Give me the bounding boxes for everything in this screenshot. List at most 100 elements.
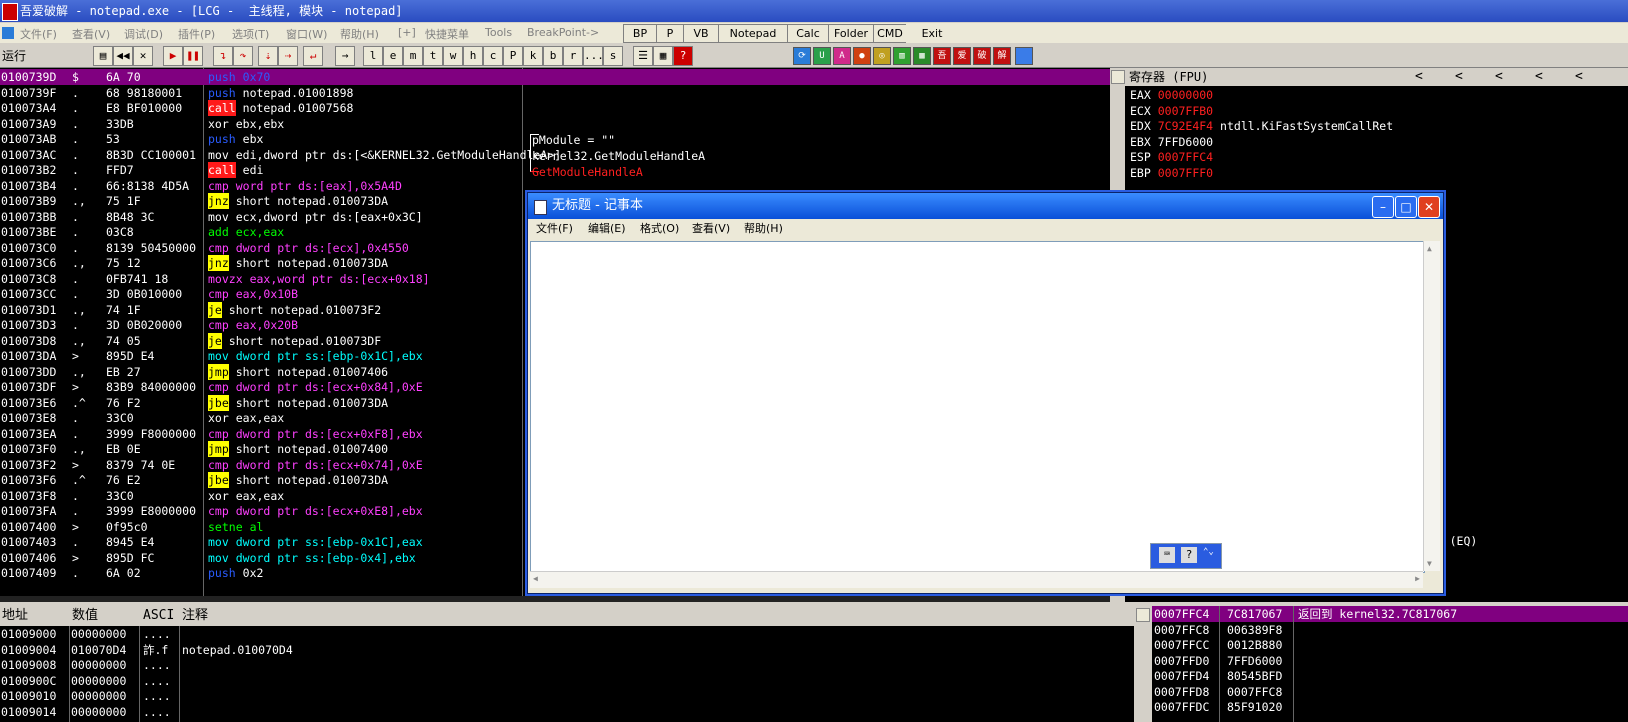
stack-row[interactable]: 0007FFCC 0012B880: [1152, 637, 1628, 653]
chevron-left-icon[interactable]: <: [1415, 68, 1423, 86]
p-button[interactable]: P: [656, 24, 684, 43]
run-trace-button[interactable]: ...: [583, 46, 604, 66]
register-row[interactable]: ESP 0007FFC4: [1130, 150, 1220, 164]
notepad-window[interactable]: 无标题 - 记事本 – □ ✕ 文件(F) 编辑(E) 格式(O) 查看(V) …: [527, 192, 1444, 594]
stack-pane[interactable]: 0007FFC4 7C817067 返回到 kernel32.7C817067 000…: [1152, 606, 1628, 722]
table-icon[interactable]: ▦: [913, 47, 931, 65]
chevron-down-icon[interactable]: ⌃⌄: [1203, 547, 1214, 557]
exit-button[interactable]: Exit: [906, 24, 958, 43]
vb-button[interactable]: VB: [683, 24, 719, 43]
threads-button[interactable]: t: [423, 46, 443, 66]
register-row[interactable]: ECX 0007FFB0: [1130, 104, 1220, 118]
notepad-menu-edit[interactable]: 编辑(E): [588, 219, 626, 239]
menu-tools[interactable]: Tools: [485, 26, 512, 39]
executable-modules-button[interactable]: e: [383, 46, 403, 66]
stack-row[interactable]: 0007FFD8 0007FFC8: [1152, 684, 1628, 700]
call-stack-button[interactable]: k: [523, 46, 543, 66]
dump-row[interactable]: 01009004 010070D4 詐.f notepad.010070D4: [0, 642, 1140, 658]
dump-row[interactable]: 01009000 00000000....: [0, 626, 1140, 642]
refresh-icon[interactable]: ⟳: [793, 47, 811, 65]
menu-view[interactable]: 查看(V): [72, 26, 110, 42]
minimize-button[interactable]: –: [1372, 196, 1394, 218]
chart-icon[interactable]: ▥: [893, 47, 911, 65]
help-icon[interactable]: ?: [673, 46, 693, 66]
menu-shortcuts[interactable]: 快捷菜单: [425, 26, 469, 42]
plugin-ai-icon[interactable]: 爱: [953, 47, 971, 65]
disasm-row[interactable]: 010073A9. 33DB xor ebx,ebx: [0, 116, 1120, 132]
menu-breakpoint[interactable]: BreakPoint->: [527, 26, 599, 39]
references-button[interactable]: r: [563, 46, 583, 66]
stack-row[interactable]: 0007FFDC 85F91020: [1152, 699, 1628, 715]
register-row[interactable]: EDX 7C92E4F4 ntdll.KiFastSystemCallRet: [1130, 119, 1393, 133]
stack-row[interactable]: 0007FFD4 80545BFD: [1152, 668, 1628, 684]
run-icon[interactable]: ▶: [163, 46, 183, 66]
handles-button[interactable]: h: [463, 46, 483, 66]
dump-row[interactable]: 01009014 00000000....: [0, 704, 1140, 720]
open-icon[interactable]: ▤: [93, 46, 113, 66]
bp-button[interactable]: BP: [623, 24, 657, 43]
disasm-row[interactable]: 0100739D $6A 70 push 0x70: [0, 69, 1120, 85]
register-row[interactable]: EBP 0007FFF0: [1130, 166, 1220, 180]
notepad-menu-format[interactable]: 格式(O): [640, 219, 679, 239]
pause-icon[interactable]: ❚❚: [183, 46, 203, 66]
scroll-down-icon[interactable]: ▼: [1427, 559, 1432, 568]
patches-button[interactable]: P: [503, 46, 523, 66]
plugin-jie-icon[interactable]: 解: [993, 47, 1011, 65]
menu-expand[interactable]: [+]: [398, 26, 416, 39]
window-title-bar[interactable]: 吾爱破解 - notepad.exe - [LCG - 主线程, 模块 - no…: [0, 0, 1628, 22]
plugin-wu-icon[interactable]: 吾: [933, 47, 951, 65]
menu-help[interactable]: 帮助(H): [340, 26, 379, 42]
u-icon[interactable]: U: [813, 47, 831, 65]
chevron-left-icon[interactable]: <: [1455, 68, 1463, 86]
cpu-button[interactable]: c: [483, 46, 503, 66]
close-button[interactable]: ✕: [1418, 196, 1440, 218]
log-window-button[interactable]: l: [363, 46, 383, 66]
dump-col-ascii[interactable]: ASCI: [143, 606, 174, 626]
dump-row[interactable]: 01009008 00000000....: [0, 657, 1140, 673]
chevron-left-icon[interactable]: <: [1575, 68, 1583, 86]
a-icon[interactable]: A: [833, 47, 851, 65]
record-icon[interactable]: ●: [853, 47, 871, 65]
keyboard-icon[interactable]: ⌨: [1159, 547, 1175, 563]
menu-file[interactable]: 文件(F): [20, 26, 57, 42]
notepad-menu-help[interactable]: 帮助(H): [744, 219, 783, 239]
menu-window[interactable]: 窗口(W): [286, 26, 327, 42]
plugin-po-icon[interactable]: 破: [973, 47, 991, 65]
windows-button[interactable]: w: [443, 46, 463, 66]
breakpoints-button[interactable]: b: [543, 46, 563, 66]
step-over-icon[interactable]: ↷: [233, 46, 253, 66]
trace-over-icon[interactable]: ⇢: [278, 46, 298, 66]
disasm-row[interactable]: 0100739F. 68 98180001 push notepad.0100189…: [0, 85, 1120, 101]
notepad-vertical-scrollbar[interactable]: ▲ ▼: [1423, 241, 1440, 571]
chevron-left-icon[interactable]: <: [1495, 68, 1503, 86]
menu-options[interactable]: 选项(T): [232, 26, 269, 42]
ime-toolbar[interactable]: ⌨ ? ⌃⌄: [1150, 543, 1222, 569]
window-icon[interactable]: [1015, 47, 1033, 65]
notepad-horizontal-scrollbar[interactable]: ◀ ▶: [530, 571, 1423, 588]
maximize-button[interactable]: □: [1395, 196, 1417, 218]
notepad-button[interactable]: Notepad: [718, 24, 788, 43]
chevron-left-icon[interactable]: <: [1535, 68, 1543, 86]
notepad-text-area[interactable]: [530, 241, 1425, 573]
grid-icon[interactable]: ▦: [653, 46, 673, 66]
folder-button[interactable]: Folder: [828, 24, 874, 43]
scroll-right-icon[interactable]: ▶: [1415, 574, 1420, 583]
memory-map-button[interactable]: m: [403, 46, 423, 66]
stack-row[interactable]: 0007FFC8 006389F8: [1152, 622, 1628, 638]
scroll-up-icon[interactable]: ▲: [1427, 244, 1432, 253]
dump-row[interactable]: 01009010 00000000....: [0, 688, 1140, 704]
target-icon[interactable]: ◎: [873, 47, 891, 65]
rewind-icon[interactable]: ◀◀: [113, 46, 133, 66]
cmd-button[interactable]: CMD: [873, 24, 907, 43]
scroll-left-icon[interactable]: ◀: [533, 574, 538, 583]
scroll-up-icon[interactable]: [1111, 70, 1125, 84]
notepad-title-bar[interactable]: 无标题 - 记事本 – □ ✕: [528, 193, 1443, 219]
register-row[interactable]: EBX 7FFD6000: [1130, 135, 1220, 149]
step-into-icon[interactable]: ↴: [213, 46, 233, 66]
scroll-up-icon[interactable]: [1136, 608, 1150, 622]
close-icon[interactable]: ✕: [133, 46, 153, 66]
dump-col-address[interactable]: 地址: [2, 606, 28, 626]
notepad-menu-file[interactable]: 文件(F): [536, 219, 573, 239]
dump-col-value[interactable]: 数值: [72, 606, 98, 626]
goto-icon[interactable]: →: [335, 46, 355, 66]
